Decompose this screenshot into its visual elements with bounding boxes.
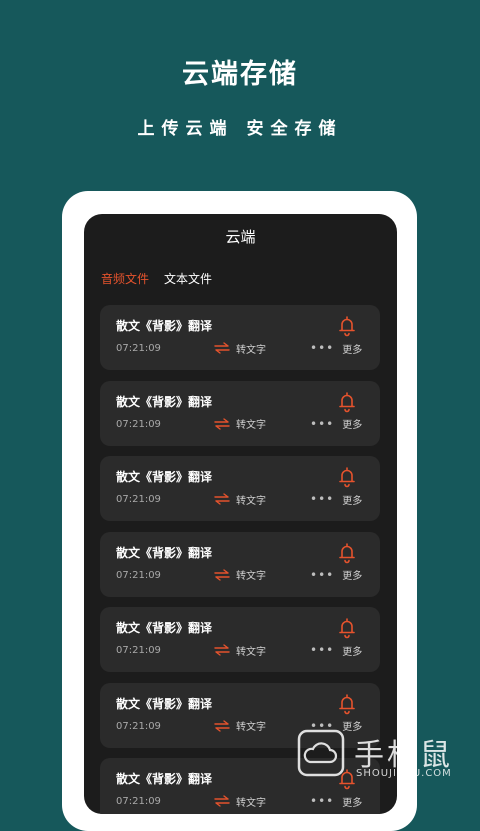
swap-arrows-icon	[214, 342, 230, 354]
file-duration: 07:21:09	[116, 720, 161, 732]
convert-label: 转文字	[236, 495, 266, 507]
convert-label: 转文字	[236, 344, 266, 356]
file-title: 散文《背影》翻译	[116, 394, 213, 409]
file-duration: 07:21:09	[116, 343, 161, 354]
file-card[interactable]: 散文《背影》翻译 07:21:09 转文字 ••• 更多	[100, 380, 380, 446]
more-dots-icon: •••	[310, 416, 335, 431]
more-button[interactable]: ••• 更多	[310, 641, 362, 659]
bell-icon[interactable]	[338, 693, 356, 715]
file-title: 散文《背影》翻译	[116, 470, 213, 484]
more-button[interactable]: ••• 更多	[310, 566, 362, 584]
more-button[interactable]: ••• 更多	[310, 339, 362, 357]
file-title: 散文《背影》翻译	[116, 621, 213, 635]
watermark-url: SHOUJISHU.COM	[356, 768, 452, 779]
watermark: 手机鼠 SHOUJISHU.COM	[296, 728, 480, 800]
bell-icon[interactable]	[338, 617, 356, 639]
file-card[interactable]: 散文《背影》翻译 07:21:09 转文字 ••• 更多	[100, 531, 380, 597]
bell-icon[interactable]	[338, 315, 356, 337]
swap-arrows-icon	[214, 493, 230, 505]
tab-audio-files[interactable]: 音频文件	[101, 270, 149, 287]
swap-arrows-icon	[214, 719, 230, 732]
bell-icon[interactable]	[338, 391, 356, 413]
more-label: 更多	[342, 344, 363, 356]
hero-subtitle: 上传云端 安全存储	[137, 119, 343, 139]
convert-label: 转文字	[236, 571, 266, 582]
more-label: 更多	[342, 420, 363, 431]
more-label: 更多	[342, 646, 363, 658]
convert-to-text-button[interactable]: 转文字	[214, 415, 266, 433]
file-title: 散文《背影》翻译	[116, 696, 213, 711]
convert-label: 转文字	[236, 797, 266, 809]
tab-text-files[interactable]: 文本文件	[164, 270, 212, 287]
convert-to-text-button[interactable]: 转文字	[214, 792, 266, 810]
swap-arrows-icon	[214, 568, 230, 581]
more-label: 更多	[342, 571, 363, 582]
convert-to-text-button[interactable]: 转文字	[214, 717, 266, 735]
swap-arrows-icon	[214, 644, 230, 656]
convert-to-text-button[interactable]: 转文字	[214, 566, 266, 584]
more-dots-icon: •••	[310, 643, 335, 657]
convert-to-text-button[interactable]: 转文字	[214, 641, 266, 659]
file-title: 散文《背影》翻译	[116, 772, 213, 786]
file-duration: 07:21:09	[116, 494, 161, 505]
file-duration: 07:21:09	[116, 796, 161, 807]
more-label: 更多	[342, 495, 363, 507]
phone-screen: 云端 音频文件 文本文件 散文《背影》翻译 07:21:09 转文字 ••• 更多 散文《…	[84, 214, 397, 814]
convert-label: 转文字	[236, 420, 266, 431]
file-title: 散文《背影》翻译	[116, 319, 213, 333]
bell-icon[interactable]	[338, 466, 356, 488]
more-dots-icon: •••	[310, 492, 335, 506]
more-button[interactable]: ••• 更多	[310, 490, 362, 508]
bell-icon[interactable]	[338, 542, 356, 564]
convert-label: 转文字	[236, 722, 266, 733]
convert-label: 转文字	[236, 646, 266, 658]
cloud-logo-icon	[297, 729, 345, 777]
file-duration: 07:21:09	[116, 645, 161, 656]
swap-arrows-icon	[214, 417, 230, 430]
more-button[interactable]: ••• 更多	[310, 415, 362, 433]
file-title: 散文《背影》翻译	[116, 545, 213, 560]
file-card[interactable]: 散文《背影》翻译 07:21:09 转文字 ••• 更多	[100, 305, 380, 370]
convert-to-text-button[interactable]: 转文字	[214, 490, 266, 508]
more-dots-icon: •••	[310, 567, 335, 582]
file-card[interactable]: 散文《背影》翻译 07:21:09 转文字 ••• 更多	[100, 456, 380, 521]
file-card[interactable]: 散文《背影》翻译 07:21:09 转文字 ••• 更多	[100, 607, 380, 672]
file-duration: 07:21:09	[116, 418, 161, 430]
hero-title: 云端存储	[182, 59, 298, 90]
file-duration: 07:21:09	[116, 569, 161, 581]
screen-title: 云端	[225, 228, 256, 246]
convert-to-text-button[interactable]: 转文字	[214, 339, 266, 357]
more-dots-icon: •••	[310, 341, 335, 355]
swap-arrows-icon	[214, 795, 230, 807]
